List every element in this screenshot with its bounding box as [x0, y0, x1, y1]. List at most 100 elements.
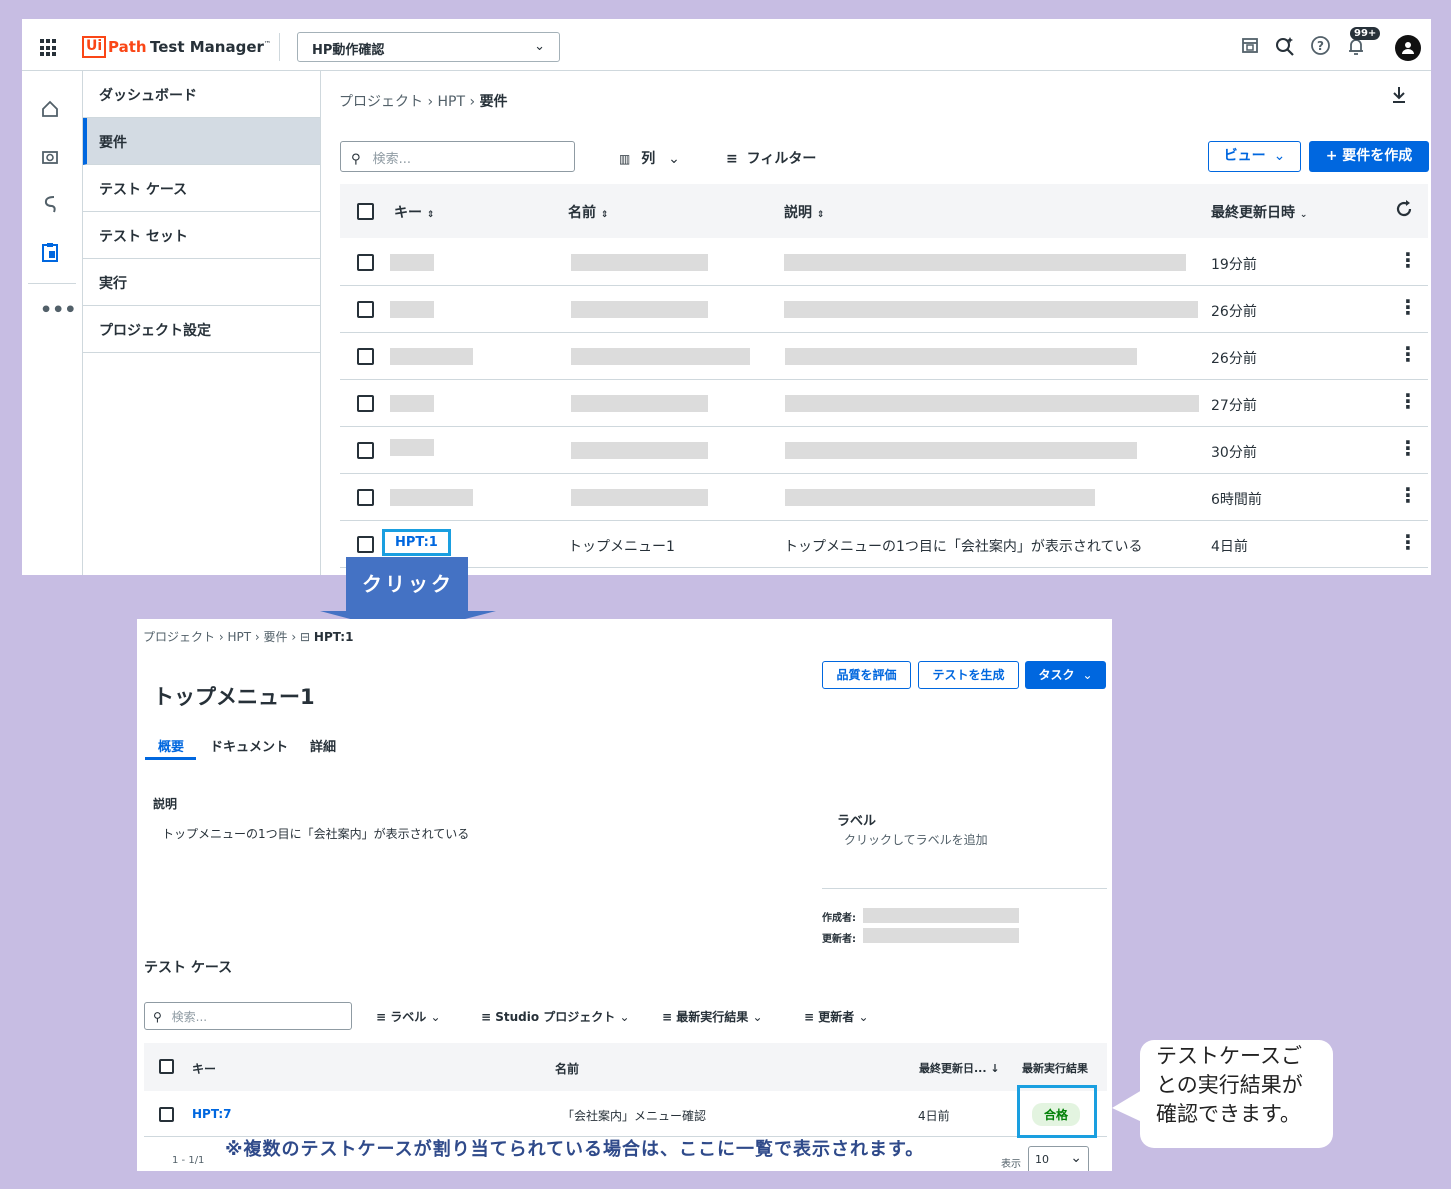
header-latest-result[interactable]: 最新実行結果 — [1022, 1060, 1088, 1076]
more-vert-icon[interactable]: ⋮ — [1398, 391, 1418, 411]
chevron-down-icon: ⌄ — [534, 39, 545, 54]
home-icon[interactable] — [40, 99, 60, 124]
header-name[interactable]: 名前 — [555, 1060, 579, 1077]
more-vert-icon[interactable]: ⋮ — [1398, 438, 1418, 458]
nav-executions[interactable]: 実行 — [83, 259, 320, 306]
pagination-range: 1 - 1/1 — [172, 1155, 205, 1166]
add-label-link[interactable]: クリックしてラベルを追加 — [844, 831, 988, 848]
create-requirement-button[interactable]: + 要件を作成 — [1309, 141, 1429, 172]
filter-label[interactable]: ≡ ラベル ⌄ — [376, 1008, 441, 1025]
redacted-key — [390, 395, 434, 412]
test-case-updated: 4日前 — [918, 1109, 950, 1123]
table-row[interactable]: 27分前 ⋮ — [340, 380, 1428, 427]
header-updated[interactable]: 最終更新日... ↓ — [919, 1060, 1000, 1076]
nav-test-cases[interactable]: テスト ケース — [83, 165, 320, 212]
row-checkbox[interactable] — [357, 348, 374, 365]
filter-button[interactable]: ≡ フィルター — [726, 148, 816, 168]
breadcrumb-hpt[interactable]: HPT — [438, 94, 466, 110]
filter-updater[interactable]: ≡ 更新者 ⌄ — [804, 1008, 869, 1025]
redacted-key — [390, 439, 434, 456]
tab-documents[interactable]: ドキュメント — [210, 736, 288, 755]
nav-requirements[interactable]: 要件 — [83, 118, 320, 165]
row-checkbox[interactable] — [357, 489, 374, 506]
page-size-select[interactable]: 10 ⌄ — [1028, 1146, 1089, 1171]
row-checkbox[interactable] — [357, 442, 374, 459]
more-icon[interactable]: ••• — [40, 299, 76, 321]
redacted-name — [571, 442, 708, 459]
icon-rail: ••• — [22, 71, 83, 575]
redacted-description — [784, 254, 1186, 271]
generate-tests-button[interactable]: テストを生成 — [918, 661, 1019, 689]
row-updated: 30分前 — [1211, 445, 1257, 461]
task-button[interactable]: タスク ⌄ — [1025, 661, 1106, 689]
columns-button[interactable]: ▥ 列 ⌄ — [619, 148, 680, 168]
header-description[interactable]: 説明 ⇕ — [784, 202, 824, 222]
select-all-checkbox[interactable] — [357, 203, 374, 220]
filter-latest-result[interactable]: ≡ 最新実行結果 ⌄ — [662, 1008, 763, 1025]
tab-overview[interactable]: 概要 — [158, 736, 184, 755]
requirement-key-link[interactable]: HPT:1 — [382, 529, 451, 556]
more-vert-icon[interactable]: ⋮ — [1398, 344, 1418, 364]
ai-search-icon[interactable] — [1274, 35, 1296, 62]
chevron-down-icon: ⌄ — [668, 151, 680, 167]
table-row[interactable]: 26分前 ⋮ — [340, 333, 1428, 380]
test-cases-heading: テスト ケース — [144, 960, 233, 976]
help-icon[interactable]: ? — [1310, 35, 1331, 61]
top-bar: Ui Path Test Manager™ HP動作確認 ⌄ ? 99+ — [22, 19, 1431, 71]
calendar-icon[interactable] — [1240, 35, 1260, 60]
redacted-key — [390, 301, 434, 318]
requirements-icon[interactable] — [40, 241, 60, 268]
header-updated[interactable]: 最終更新日時 ⌄ — [1211, 202, 1307, 222]
chevron-down-icon: ⌄ — [619, 1010, 630, 1024]
table-row[interactable]: 19分前 ⋮ — [340, 239, 1428, 286]
table-row[interactable]: 26分前 ⋮ — [340, 286, 1428, 333]
evaluate-quality-button[interactable]: 品質を評価 — [822, 661, 911, 689]
page-title: トップメニュー1 — [153, 685, 315, 709]
select-all-checkbox[interactable] — [159, 1059, 174, 1074]
test-case-table-header: キー 名前 最終更新日... ↓ 最新実行結果 — [144, 1043, 1107, 1091]
row-checkbox[interactable] — [357, 254, 374, 271]
header-key[interactable]: キー — [192, 1060, 216, 1077]
row-checkbox[interactable] — [159, 1107, 174, 1122]
breadcrumb-project[interactable]: プロジェクト — [339, 94, 423, 110]
project-select[interactable]: HP動作確認 ⌄ — [297, 32, 560, 62]
more-vert-icon[interactable]: ⋮ — [1398, 485, 1418, 505]
row-description: トップメニューの1つ目に「会社案内」が表示されている — [784, 539, 1143, 555]
app-launcher-icon[interactable] — [40, 39, 58, 57]
nav-project-settings[interactable]: プロジェクト設定 — [83, 306, 320, 353]
header-key[interactable]: キー ⇕ — [394, 202, 434, 222]
multiple-test-cases-note: ※複数のテストケースが割り当てられている場合は、ここに一覧で表示されます。 — [225, 1139, 925, 1160]
table-row[interactable]: 30分前 ⋮ — [340, 427, 1428, 474]
active-tab-indicator — [145, 757, 196, 760]
redacted-creator — [863, 908, 1019, 923]
filter-studio-project[interactable]: ≡ Studio プロジェクト ⌄ — [481, 1008, 630, 1025]
row-checkbox[interactable] — [357, 301, 374, 318]
table-row[interactable]: 6時間前 ⋮ — [340, 474, 1428, 521]
more-vert-icon[interactable]: ⋮ — [1398, 297, 1418, 317]
more-vert-icon[interactable]: ⋮ — [1398, 250, 1418, 270]
header-name[interactable]: 名前 ⇕ — [568, 202, 608, 222]
sync-icon[interactable] — [40, 193, 60, 220]
row-updated: 27分前 — [1211, 398, 1257, 414]
chevron-down-icon: ⌄ — [430, 1010, 441, 1024]
download-icon[interactable] — [1390, 85, 1408, 109]
nav-dashboard[interactable]: ダッシュボード — [83, 71, 320, 118]
redacted-description — [784, 301, 1198, 318]
product-name: Test Manager™ — [150, 38, 271, 56]
view-button[interactable]: ビュー ⌄ — [1208, 141, 1301, 172]
nav-test-sets[interactable]: テスト セット — [83, 212, 320, 259]
search-input[interactable]: ⚲ 検索... — [340, 141, 575, 172]
tab-details[interactable]: 詳細 — [310, 736, 336, 755]
test-case-search-input[interactable]: ⚲ 検索... — [144, 1002, 352, 1030]
test-case-key-link[interactable]: HPT:7 — [192, 1107, 232, 1121]
more-vert-icon[interactable]: ⋮ — [1398, 532, 1418, 552]
refresh-icon[interactable] — [1394, 199, 1414, 223]
test-case-row[interactable]: HPT:7 「会社案内」メニュー確認 4日前 合格 — [144, 1085, 1107, 1138]
test-cloud-icon[interactable] — [40, 147, 60, 172]
table-row-hpt1[interactable]: HPT:1 トップメニュー1 トップメニューの1つ目に「会社案内」が表示されてい… — [340, 521, 1428, 568]
row-updated: 26分前 — [1211, 351, 1257, 367]
user-avatar[interactable] — [1395, 35, 1421, 61]
row-checkbox[interactable] — [357, 395, 374, 412]
requirements-list-screenshot: Ui Path Test Manager™ HP動作確認 ⌄ ? 99+ •••… — [22, 19, 1431, 575]
row-checkbox[interactable] — [357, 536, 374, 553]
